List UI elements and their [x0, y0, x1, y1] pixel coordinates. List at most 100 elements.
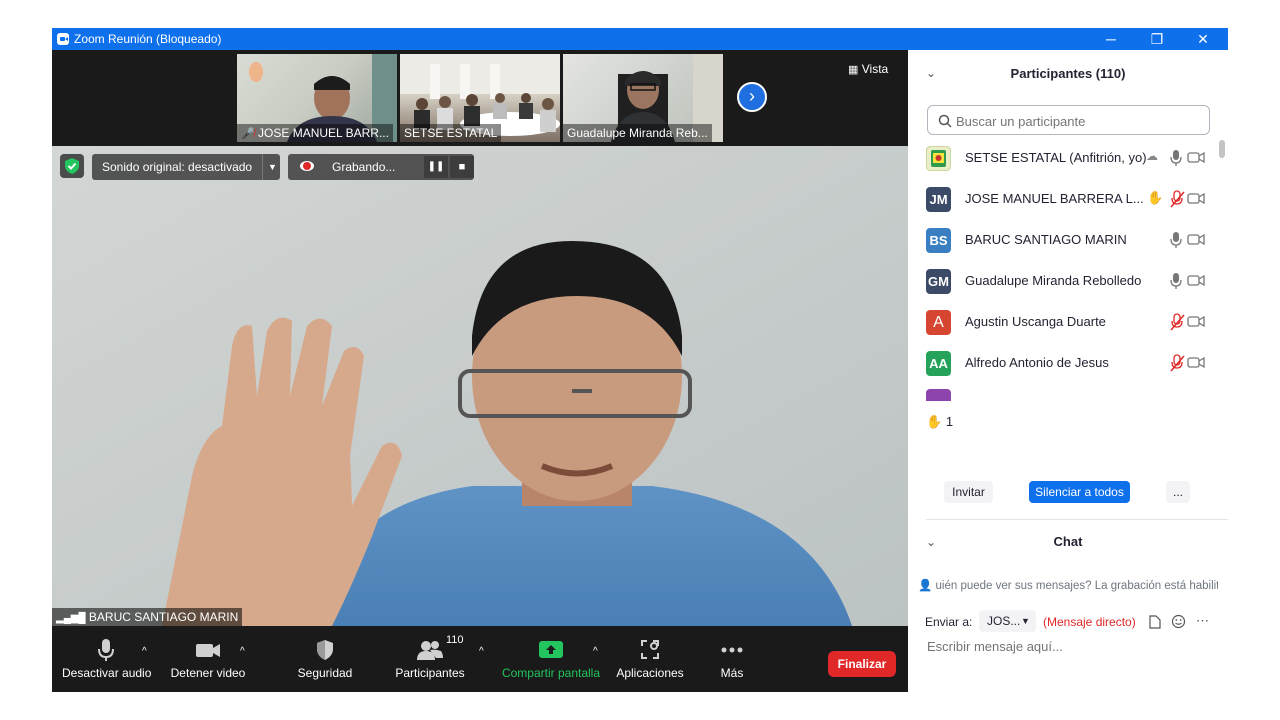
chat-message-input[interactable] — [925, 635, 1219, 657]
zoom-logo-icon — [57, 33, 69, 45]
chat-more-icon[interactable]: ⋯ — [1196, 613, 1209, 629]
thumbnail-name: 🎤̸ JOSE MANUEL BARR... — [237, 124, 393, 142]
avatar: AA — [926, 351, 951, 376]
camera-icon — [1187, 356, 1205, 369]
zoom-window: Zoom Reunión (Bloqueado) ─ ❐ ✕ 🎤̸ JOSE M… — [52, 28, 1228, 692]
end-meeting-button[interactable]: Finalizar — [828, 651, 896, 677]
emoji-icon[interactable] — [1171, 614, 1186, 629]
share-screen-button[interactable]: Compartir pantalla — [498, 638, 604, 680]
people-icon — [417, 641, 443, 660]
close-button[interactable]: ✕ — [1180, 28, 1226, 50]
share-options-caret[interactable]: ^ — [593, 646, 598, 657]
avatar: GM — [926, 269, 951, 294]
participants-title: Participantes (110) — [1010, 66, 1126, 81]
signal-strength-icon: ▂▄▆█ — [56, 613, 86, 624]
camera-icon — [1187, 233, 1205, 246]
search-participant-field[interactable] — [927, 105, 1210, 135]
thumbnail-strip: 🎤̸ JOSE MANUEL BARR... SETSE ESTATAL Gua… — [52, 50, 908, 146]
restore-button[interactable]: ❐ — [1134, 28, 1180, 50]
chevron-down-icon: ▼ — [1021, 616, 1030, 626]
more-button[interactable]: Más — [714, 638, 750, 680]
microphone-icon — [1170, 232, 1182, 248]
camera-icon — [196, 644, 220, 657]
divider — [926, 519, 1228, 520]
participants-button[interactable]: Participantes 110 — [392, 634, 468, 680]
host-avatar — [926, 146, 951, 171]
participant-row[interactable]: AA Alfredo Antonio de Jesus — [926, 348, 1218, 378]
search-participant-input[interactable] — [954, 110, 1198, 132]
participant-row[interactable]: GM Guadalupe Miranda Rebolledo — [926, 266, 1218, 296]
stop-recording-button[interactable]: ■ — [450, 156, 474, 178]
invite-button[interactable]: Invitar — [944, 481, 993, 503]
raised-hands-count: ✋ 1 — [926, 414, 954, 429]
participant-row[interactable]: JM JOSE MANUEL BARRERA L... ✋ — [926, 184, 1218, 214]
avatar: A — [926, 310, 951, 335]
thumbnail-video[interactable]: Guadalupe Miranda Reb... — [563, 54, 723, 142]
user-visibility-icon: 👤 — [918, 580, 933, 592]
raised-hand-icon: ✋ — [926, 414, 943, 429]
participant-row[interactable]: A Agustin Uscanga Duarte — [926, 307, 1218, 337]
ellipsis-icon — [721, 647, 743, 653]
apps-button[interactable]: Aplicaciones — [614, 638, 686, 680]
union-logo-icon — [931, 150, 946, 167]
view-button[interactable]: ▦ Vista — [848, 62, 888, 76]
avatar — [926, 389, 951, 401]
video-area: 🎤̸ JOSE MANUEL BARR... SETSE ESTATAL Gua… — [52, 50, 908, 692]
participants-count: 110 — [446, 634, 464, 646]
muted-mic-icon: 🎤̸ — [241, 128, 255, 140]
raised-hand-icon: ✋ — [1147, 190, 1164, 205]
more-participant-options-button[interactable]: ... — [1166, 481, 1190, 503]
file-icon[interactable] — [1149, 615, 1161, 629]
active-speaker-video: Sonido original: desactivado ▼ Grabando.… — [52, 146, 908, 626]
chat-privacy-notice: 👤 uién puede ver sus mensajes? La grabac… — [918, 580, 1218, 592]
direct-message-label: (Mensaje directo) — [1043, 615, 1136, 629]
grid-icon: ▦ — [848, 64, 859, 76]
chevron-down-icon[interactable]: ▼ — [262, 154, 277, 180]
participants-options-caret[interactable]: ^ — [479, 646, 484, 657]
camera-icon — [1187, 192, 1205, 205]
participant-row[interactable]: SETSE ESTATAL (Anfitrión, yo) ☁ — [926, 143, 1218, 173]
participants-scrollbar[interactable] — [1218, 140, 1226, 400]
participant-row[interactable]: BS BARUC SANTIAGO MARIN — [926, 225, 1218, 255]
cloud-recording-icon: ☁ — [1146, 149, 1158, 163]
title-bar: Zoom Reunión (Bloqueado) ─ ❐ ✕ — [52, 28, 1228, 50]
mute-all-button[interactable]: Silenciar a todos — [1029, 481, 1130, 503]
recipient-dropdown[interactable]: JOS... ▼ — [979, 610, 1036, 632]
camera-icon — [1187, 274, 1205, 287]
security-status[interactable] — [60, 154, 84, 178]
microphone-icon — [98, 639, 114, 661]
chat-title: Chat — [1053, 534, 1083, 549]
camera-icon — [1187, 151, 1205, 164]
thumbnail-video[interactable]: SETSE ESTATAL — [400, 54, 560, 142]
stop-video-button[interactable]: Detener video — [168, 638, 248, 680]
speaker-figure — [52, 146, 908, 626]
shield-icon — [317, 640, 333, 660]
send-to-label: Enviar a: — [925, 615, 973, 629]
recording-chip: Grabando... ❚❚ ■ — [288, 154, 474, 180]
original-sound-chip[interactable]: Sonido original: desactivado ▼ — [92, 154, 280, 180]
microphone-icon — [1170, 150, 1182, 166]
pause-recording-button[interactable]: ❚❚ — [424, 156, 448, 178]
avatar: BS — [926, 228, 951, 253]
muted-microphone-icon — [1170, 313, 1185, 331]
apps-icon — [641, 640, 659, 659]
share-arrow-icon — [539, 641, 563, 658]
next-page-button[interactable]: › — [737, 82, 767, 112]
minimize-button[interactable]: ─ — [1088, 28, 1134, 50]
shield-check-icon — [65, 158, 79, 174]
avatar: JM — [926, 187, 951, 212]
audio-options-caret[interactable]: ^ — [142, 646, 147, 657]
camera-icon — [1187, 315, 1205, 328]
video-options-caret[interactable]: ^ — [240, 646, 245, 657]
search-icon — [938, 114, 952, 128]
mute-audio-button[interactable]: Desactivar audio — [62, 638, 151, 680]
security-button[interactable]: Seguridad — [292, 638, 358, 680]
participants-list: SETSE ESTATAL (Anfitrión, yo) ☁ JM JOSE … — [908, 143, 1218, 401]
window-title: Zoom Reunión (Bloqueado) — [74, 32, 222, 46]
muted-microphone-icon — [1170, 190, 1185, 208]
thumbnail-name: Guadalupe Miranda Reb... — [563, 124, 712, 142]
thumbnail-video[interactable]: 🎤̸ JOSE MANUEL BARR... — [237, 54, 397, 142]
thumbnail-name: SETSE ESTATAL — [400, 124, 502, 142]
participants-sidebar: ⌄ Participantes (110) SETSE ESTATAL (Anf… — [908, 50, 1228, 692]
speaker-name-label: ▂▄▆█ BARUC SANTIAGO MARIN — [52, 608, 243, 626]
